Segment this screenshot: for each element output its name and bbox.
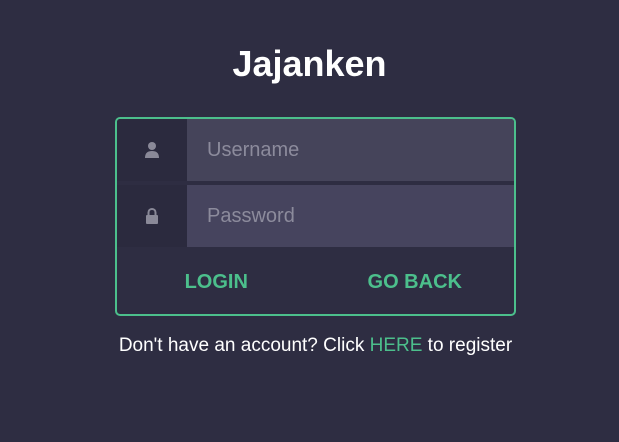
password-icon-cell	[117, 185, 187, 247]
password-row	[117, 185, 514, 247]
username-row	[117, 119, 514, 181]
register-link[interactable]: HERE	[370, 335, 423, 356]
login-page: Jajanken LOGIN GO BACK D	[0, 0, 619, 442]
form-actions: LOGIN GO BACK	[117, 251, 514, 314]
login-form: LOGIN GO BACK	[115, 117, 516, 316]
username-input[interactable]	[187, 119, 514, 181]
register-prompt-prefix: Don't have an account? Click	[118, 335, 370, 356]
password-input[interactable]	[187, 185, 514, 247]
register-prompt: Don't have an account? Click HERE to reg…	[0, 334, 619, 358]
login-button[interactable]: LOGIN	[117, 251, 316, 314]
user-icon	[145, 142, 159, 158]
page-title: Jajanken	[232, 43, 387, 84]
register-prompt-suffix: to register	[422, 335, 513, 356]
lock-icon	[146, 207, 158, 224]
username-icon-cell	[117, 119, 187, 181]
go-back-button[interactable]: GO BACK	[316, 251, 515, 314]
